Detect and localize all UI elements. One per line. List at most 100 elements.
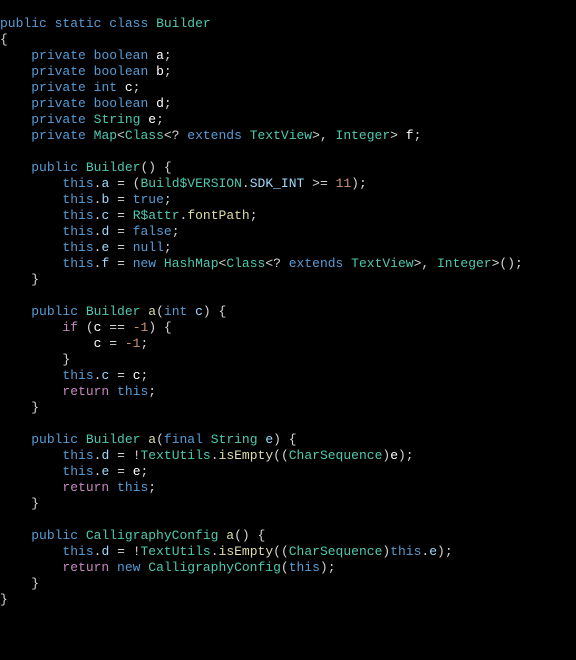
- type-ref: Build$VERSION: [140, 176, 241, 191]
- param-name: e: [265, 432, 273, 447]
- this-keyword: this: [62, 448, 93, 463]
- literal: null: [133, 240, 164, 255]
- this-keyword: this: [62, 176, 93, 191]
- this-keyword: this: [390, 544, 421, 559]
- field-ref: b: [101, 192, 109, 207]
- return-type: Builder: [86, 432, 141, 447]
- this-keyword: this: [117, 384, 148, 399]
- type-ref: TextView: [351, 256, 413, 271]
- code-token: String: [94, 112, 141, 127]
- brace: {: [0, 32, 8, 47]
- method-ref: isEmpty: [219, 544, 274, 559]
- field-ref: c: [101, 368, 109, 383]
- code-token: public: [31, 304, 78, 319]
- code-token: Integer: [336, 128, 391, 143]
- param-name: c: [195, 304, 203, 319]
- code-token: int: [94, 80, 117, 95]
- code-token: public: [31, 528, 78, 543]
- code-token: public: [31, 432, 78, 447]
- code-token: Map: [94, 128, 117, 143]
- code-token: private: [31, 112, 86, 127]
- ctor-name: Builder: [86, 160, 141, 175]
- field-name: a: [156, 48, 164, 63]
- field-ref: fontPath: [187, 208, 249, 223]
- field-ref: c: [101, 208, 109, 223]
- var-ref: c: [133, 368, 141, 383]
- code-token: public: [0, 16, 47, 31]
- code-token: static: [55, 16, 102, 31]
- code-token: boolean: [94, 64, 149, 79]
- field-name: d: [156, 96, 164, 111]
- code-token: public: [31, 160, 78, 175]
- this-keyword: this: [62, 224, 93, 239]
- keyword: new: [117, 560, 140, 575]
- field-ref: a: [101, 176, 109, 191]
- field-name: e: [148, 112, 156, 127]
- code-token: class: [109, 16, 148, 31]
- keyword: if: [62, 320, 78, 335]
- class-name: Builder: [156, 16, 211, 31]
- field-ref: d: [101, 448, 109, 463]
- literal: false: [133, 224, 172, 239]
- type-ref: CalligraphyConfig: [148, 560, 281, 575]
- code-token: private: [31, 80, 86, 95]
- code-token: boolean: [94, 96, 149, 111]
- this-keyword: this: [117, 480, 148, 495]
- this-keyword: this: [289, 560, 320, 575]
- keyword: new: [133, 256, 156, 271]
- field-name: b: [156, 64, 164, 79]
- method-ref: isEmpty: [219, 448, 274, 463]
- method-name: a: [148, 432, 156, 447]
- keyword: return: [62, 480, 109, 495]
- type-ref: R$attr: [133, 208, 180, 223]
- param-type: int: [164, 304, 187, 319]
- code-token: Class: [125, 128, 164, 143]
- field-ref: f: [101, 256, 109, 271]
- operator: >=: [312, 176, 328, 191]
- this-keyword: this: [62, 368, 93, 383]
- type-ref: Class: [226, 256, 265, 271]
- code-container: { "code": { "line1": { "public": "public…: [0, 0, 576, 640]
- keyword: return: [62, 384, 109, 399]
- code-token: boolean: [94, 48, 149, 63]
- method-name: a: [148, 304, 156, 319]
- code-token: private: [31, 96, 86, 111]
- var-ref: c: [94, 320, 102, 335]
- code-token: private: [31, 48, 86, 63]
- type-ref: CharSequence: [289, 448, 383, 463]
- code-token: extends: [187, 128, 242, 143]
- method-name: a: [226, 528, 234, 543]
- var-ref: c: [94, 336, 102, 351]
- type-ref: TextUtils: [141, 448, 211, 463]
- keyword: final: [164, 432, 203, 447]
- operator: ==: [109, 320, 125, 335]
- return-type: Builder: [86, 304, 141, 319]
- this-keyword: this: [62, 256, 93, 271]
- var-ref: e: [390, 448, 398, 463]
- field-ref: e: [429, 544, 437, 559]
- code-token: TextView: [250, 128, 312, 143]
- field-ref: SDK_INT: [250, 176, 305, 191]
- this-keyword: this: [62, 240, 93, 255]
- type-ref: TextUtils: [141, 544, 211, 559]
- code-token: private: [31, 64, 86, 79]
- keyword: return: [62, 560, 109, 575]
- this-keyword: this: [62, 464, 93, 479]
- field-ref: e: [101, 240, 109, 255]
- literal: true: [133, 192, 164, 207]
- this-keyword: this: [62, 192, 93, 207]
- return-type: CalligraphyConfig: [86, 528, 219, 543]
- number: -1: [125, 336, 141, 351]
- operator: !: [133, 448, 141, 463]
- field-name: f: [406, 128, 414, 143]
- this-keyword: this: [62, 544, 93, 559]
- number: 11: [336, 176, 352, 191]
- this-keyword: this: [62, 208, 93, 223]
- field-ref: e: [101, 464, 109, 479]
- var-ref: e: [133, 464, 141, 479]
- field-ref: d: [101, 224, 109, 239]
- type-ref: CharSequence: [289, 544, 383, 559]
- operator: !: [133, 544, 141, 559]
- param-type: String: [211, 432, 258, 447]
- code-token: private: [31, 128, 86, 143]
